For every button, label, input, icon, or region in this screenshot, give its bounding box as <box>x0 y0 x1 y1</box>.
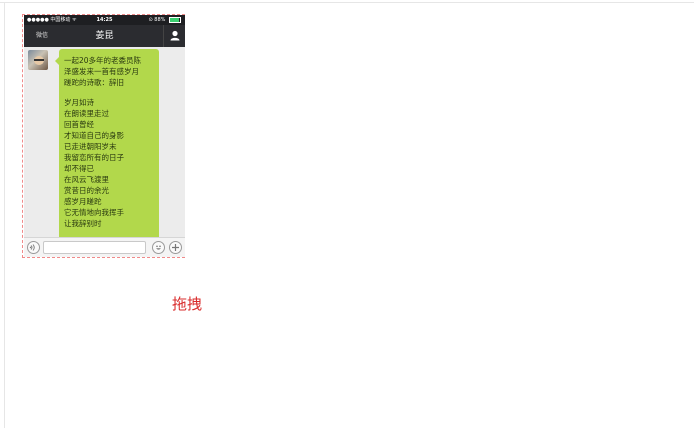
voice-icon <box>29 244 35 251</box>
message-line: 在朗读里走过 <box>64 109 109 118</box>
message-line: 却不得已 <box>64 164 94 173</box>
profile-button[interactable] <box>163 25 185 47</box>
message-line: 赏昔日的余光 <box>64 186 109 195</box>
voice-button[interactable] <box>27 241 40 254</box>
message-line: 我留恋所有的日子 <box>64 153 124 162</box>
emoji-icon <box>156 245 161 250</box>
message-spacer <box>64 88 155 97</box>
message-line: 岁月如诗 <box>64 98 94 107</box>
chat-title: 姜昆 <box>95 31 114 41</box>
message-input[interactable] <box>43 241 146 254</box>
chat-input-bar <box>24 237 185 257</box>
status-bar: ●●●●● 中国移动 ᯤ 14:25 ⊙ 88% <box>24 15 185 25</box>
emoji-button[interactable] <box>152 241 165 254</box>
chat-area: 一起20多年的老委员陈 泽盛发来一首有感岁月 蹉跎的诗歌：辞旧 岁月如诗在朗读里走过回… <box>24 47 185 237</box>
sender-avatar[interactable] <box>28 50 48 70</box>
page-top-border <box>0 2 694 3</box>
battery-icon <box>169 16 181 23</box>
message-line: 才知道自己的身影 <box>64 131 124 140</box>
person-icon <box>170 30 180 41</box>
message-line: 泽盛发来一首有感岁月 <box>64 67 139 76</box>
chat-nav-bar: 微信 姜昆 <box>24 25 185 47</box>
message-line: 回首曾经 <box>64 120 94 129</box>
drag-label: 拖拽 <box>172 295 203 313</box>
message-line: 一起20多年的老委员陈 <box>64 56 142 65</box>
battery-status: ⊙ 88% <box>148 15 181 25</box>
plus-button[interactable] <box>169 241 182 254</box>
message-line: 让我辞别时 <box>64 219 102 228</box>
battery-text: ⊙ 88% <box>148 17 166 23</box>
message-line: 感岁月蹉跎 <box>64 197 102 206</box>
phone-screenshot[interactable]: ●●●●● 中国移动 ᯤ 14:25 ⊙ 88% 微信 姜昆 一起20多年的老委… <box>24 15 185 257</box>
message-line: 它无情地向我挥手 <box>64 208 124 217</box>
message-line: 已走进朝阳岁末 <box>64 142 117 151</box>
message-bubble[interactable]: 一起20多年的老委员陈 泽盛发来一首有感岁月 蹉跎的诗歌：辞旧 岁月如诗在朗读里走过回… <box>55 49 159 237</box>
plus-icon <box>172 244 179 251</box>
message-line: 在风云飞渡里 <box>64 175 109 184</box>
page-left-border <box>4 2 5 428</box>
message-line: 蹉跎的诗歌：辞旧 <box>64 78 124 87</box>
